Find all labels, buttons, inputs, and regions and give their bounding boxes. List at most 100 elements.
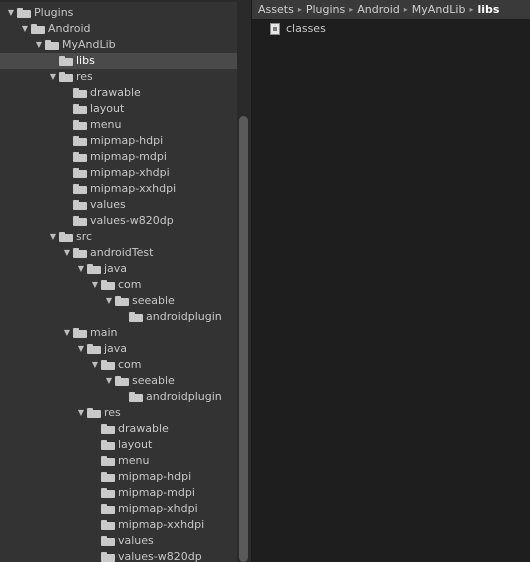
tree-item-plugins[interactable]: ▼ Plugins bbox=[0, 5, 237, 21]
tree-item-label: res bbox=[76, 70, 93, 83]
asset-contents-pane[interactable]: Assets ▸ Plugins ▸ Android ▸ MyAndLib ▸ libs cla… bbox=[252, 0, 530, 562]
expand-arrow-down-icon[interactable]: ▼ bbox=[6, 5, 16, 21]
tree-item-label: menu bbox=[90, 118, 122, 131]
folder-icon bbox=[101, 456, 115, 466]
folder-icon bbox=[73, 328, 87, 338]
folder-icon bbox=[59, 56, 73, 66]
expand-arrow-down-icon[interactable]: ▼ bbox=[62, 325, 72, 341]
tree-item-label: mipmap-mdpi bbox=[90, 150, 167, 163]
tree-item-label: menu bbox=[118, 454, 150, 467]
tree-item-mipmap-xxhdpi[interactable]: mipmap-xxhdpi bbox=[0, 517, 237, 533]
tree-item-label: androidplugin bbox=[146, 390, 222, 403]
tree-item-seeable[interactable]: ▼ seeable bbox=[0, 293, 237, 309]
tree-item-mipmap-mdpi[interactable]: mipmap-mdpi bbox=[0, 149, 237, 165]
tree-item-myandlib[interactable]: ▼ MyAndLib bbox=[0, 37, 237, 53]
expand-arrow-down-icon[interactable]: ▼ bbox=[76, 341, 86, 357]
breadcrumb-item-android[interactable]: Android bbox=[357, 3, 400, 16]
tree-item-mipmap-xhdpi[interactable]: mipmap-xhdpi bbox=[0, 165, 237, 181]
expand-arrow-down-icon[interactable]: ▼ bbox=[76, 261, 86, 277]
expand-arrow-down-icon[interactable]: ▼ bbox=[76, 405, 86, 421]
folder-icon bbox=[73, 216, 87, 226]
folder-icon bbox=[101, 536, 115, 546]
tree-item-values-w820dp[interactable]: values-w820dp bbox=[0, 549, 237, 562]
folder-icon bbox=[129, 392, 143, 402]
tree-item-mipmap-xhdpi[interactable]: mipmap-xhdpi bbox=[0, 501, 237, 517]
tree-item-label: seeable bbox=[132, 374, 175, 387]
tree-item-label: mipmap-xhdpi bbox=[90, 166, 170, 179]
tree-item-values[interactable]: values bbox=[0, 533, 237, 549]
tree-item-label: main bbox=[90, 326, 118, 339]
tree-item-label: drawable bbox=[90, 86, 141, 99]
expand-arrow-down-icon[interactable]: ▼ bbox=[48, 229, 58, 245]
file-item[interactable]: classes bbox=[268, 21, 530, 37]
folder-icon bbox=[87, 264, 101, 274]
tree-item-menu[interactable]: menu bbox=[0, 453, 237, 469]
expand-arrow-down-icon[interactable]: ▼ bbox=[62, 245, 72, 261]
folder-icon bbox=[73, 88, 87, 98]
tree-item-mipmap-xxhdpi[interactable]: mipmap-xxhdpi bbox=[0, 181, 237, 197]
tree-item-java[interactable]: ▼ java bbox=[0, 341, 237, 357]
tree-item-seeable[interactable]: ▼ seeable bbox=[0, 373, 237, 389]
folder-icon bbox=[101, 504, 115, 514]
tree-item-label: androidplugin bbox=[146, 310, 222, 323]
tree-item-com[interactable]: ▼ com bbox=[0, 357, 237, 373]
folder-icon bbox=[101, 488, 115, 498]
expand-arrow-down-icon[interactable]: ▼ bbox=[90, 357, 100, 373]
tree-item-libs[interactable]: libs bbox=[0, 53, 237, 69]
tree-item-layout[interactable]: layout bbox=[0, 101, 237, 117]
tree-item-menu[interactable]: menu bbox=[0, 117, 237, 133]
project-folder-tree[interactable]: ▼ Plugins ▼ Android ▼ MyAndLib libs ▼ res drawabl… bbox=[0, 0, 237, 562]
folder-icon bbox=[101, 520, 115, 530]
tree-item-label: drawable bbox=[118, 422, 169, 435]
folder-icon bbox=[87, 344, 101, 354]
expand-arrow-down-icon[interactable]: ▼ bbox=[48, 69, 58, 85]
tree-item-androidplugin[interactable]: androidplugin bbox=[0, 309, 237, 325]
tree-item-java[interactable]: ▼ java bbox=[0, 261, 237, 277]
breadcrumb-separator-icon: ▸ bbox=[403, 5, 408, 14]
tree-item-label: mipmap-hdpi bbox=[90, 134, 164, 147]
tree-item-values-w820dp[interactable]: values-w820dp bbox=[0, 213, 237, 229]
folder-icon bbox=[73, 200, 87, 210]
tree-item-drawable[interactable]: drawable bbox=[0, 85, 237, 101]
tree-item-androidplugin[interactable]: androidplugin bbox=[0, 389, 237, 405]
document-icon bbox=[270, 23, 280, 35]
breadcrumb-item-myandlib[interactable]: MyAndLib bbox=[412, 3, 466, 16]
breadcrumb-item-assets[interactable]: Assets bbox=[258, 3, 294, 16]
tree-item-label: layout bbox=[118, 438, 153, 451]
tree-item-src[interactable]: ▼ src bbox=[0, 229, 237, 245]
expand-arrow-down-icon[interactable]: ▼ bbox=[90, 277, 100, 293]
expand-arrow-down-icon[interactable]: ▼ bbox=[34, 37, 44, 53]
tree-item-label: Android bbox=[48, 22, 91, 35]
tree-item-com[interactable]: ▼ com bbox=[0, 277, 237, 293]
tree-item-layout[interactable]: layout bbox=[0, 437, 237, 453]
expand-arrow-down-icon[interactable]: ▼ bbox=[20, 21, 30, 37]
file-item-label: classes bbox=[286, 22, 326, 35]
folder-icon bbox=[59, 72, 73, 82]
tree-item-main[interactable]: ▼ main bbox=[0, 325, 237, 341]
tree-item-androidtest[interactable]: ▼ androidTest bbox=[0, 245, 237, 261]
tree-item-android[interactable]: ▼ Android bbox=[0, 21, 237, 37]
tree-item-label: com bbox=[118, 358, 142, 371]
breadcrumb-separator-icon: ▸ bbox=[297, 5, 302, 14]
tree-item-label: java bbox=[104, 262, 128, 275]
tree-item-mipmap-hdpi[interactable]: mipmap-hdpi bbox=[0, 469, 237, 485]
tree-item-drawable[interactable]: drawable bbox=[0, 421, 237, 437]
expand-arrow-down-icon[interactable]: ▼ bbox=[104, 373, 114, 389]
folder-icon bbox=[73, 152, 87, 162]
tree-item-values[interactable]: values bbox=[0, 197, 237, 213]
tree-scrollbar-thumb[interactable] bbox=[239, 116, 248, 562]
tree-item-mipmap-hdpi[interactable]: mipmap-hdpi bbox=[0, 133, 237, 149]
breadcrumb-item-plugins[interactable]: Plugins bbox=[306, 3, 345, 16]
tree-item-label: com bbox=[118, 278, 142, 291]
tree-item-res[interactable]: ▼ res bbox=[0, 405, 237, 421]
folder-icon bbox=[115, 296, 129, 306]
folder-icon bbox=[101, 360, 115, 370]
tree-item-res[interactable]: ▼ res bbox=[0, 69, 237, 85]
folder-icon bbox=[87, 408, 101, 418]
folder-icon bbox=[31, 24, 45, 34]
tree-item-mipmap-mdpi[interactable]: mipmap-mdpi bbox=[0, 485, 237, 501]
folder-icon bbox=[101, 424, 115, 434]
tree-item-label: mipmap-xxhdpi bbox=[90, 182, 177, 195]
breadcrumb-item-libs[interactable]: libs bbox=[477, 3, 499, 16]
expand-arrow-down-icon[interactable]: ▼ bbox=[104, 293, 114, 309]
